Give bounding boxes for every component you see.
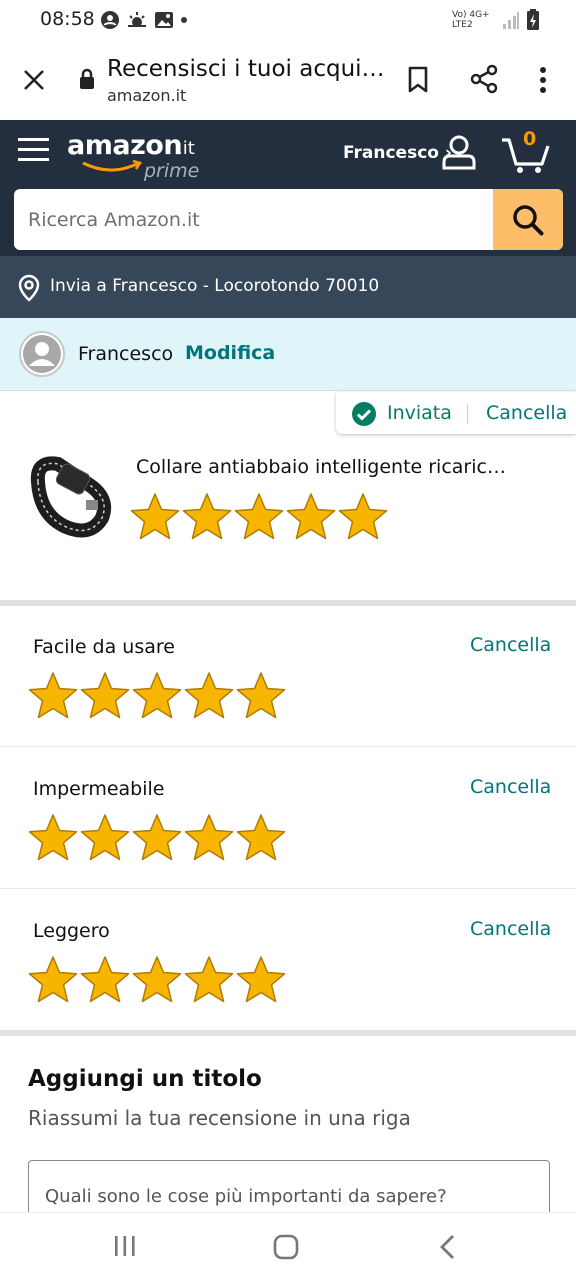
star-icon[interactable] bbox=[235, 955, 287, 1005]
attribute-star-rating[interactable] bbox=[27, 671, 287, 721]
search-bar bbox=[14, 189, 563, 250]
bookmark-icon[interactable] bbox=[407, 66, 429, 94]
user-account-icon[interactable] bbox=[441, 134, 477, 170]
page-url[interactable]: amazon.it bbox=[107, 86, 186, 105]
star-icon[interactable] bbox=[183, 671, 235, 721]
delivery-address: Invia a Francesco - Locorotondo 70010 bbox=[50, 276, 380, 296]
star-icon[interactable] bbox=[27, 813, 79, 863]
attribute-cancel-link[interactable]: Cancella bbox=[470, 634, 551, 656]
star-icon[interactable] bbox=[285, 492, 337, 542]
star-icon[interactable] bbox=[129, 492, 181, 542]
star-icon[interactable] bbox=[27, 955, 79, 1005]
attribute-cancel-link[interactable]: Cancella bbox=[470, 918, 551, 940]
lock-icon[interactable] bbox=[79, 68, 95, 90]
star-icon[interactable] bbox=[183, 955, 235, 1005]
star-icon[interactable] bbox=[235, 813, 287, 863]
account-label[interactable]: Francesco › bbox=[343, 143, 452, 163]
section-divider bbox=[0, 1030, 576, 1036]
profile-bar: Francesco Modifica bbox=[0, 318, 576, 391]
browser-toolbar: Recensisci i tuoi acqui… amazon.it bbox=[0, 42, 576, 120]
back-icon[interactable] bbox=[438, 1234, 458, 1260]
profile-name: Francesco bbox=[78, 343, 174, 365]
product-image bbox=[30, 456, 112, 538]
row-divider bbox=[0, 888, 576, 889]
weather-icon bbox=[128, 12, 146, 27]
amazon-header: amazon .it prime Francesco › 0 bbox=[0, 120, 576, 256]
network-type: Vo) 4G+ LTE2 bbox=[452, 10, 490, 30]
star-icon[interactable] bbox=[27, 671, 79, 721]
status-time: 08:58 bbox=[40, 8, 95, 30]
star-icon[interactable] bbox=[79, 955, 131, 1005]
star-icon[interactable] bbox=[79, 671, 131, 721]
star-icon[interactable] bbox=[235, 671, 287, 721]
battery-icon bbox=[527, 9, 539, 30]
dot-icon bbox=[181, 17, 187, 23]
star-icon[interactable] bbox=[131, 671, 183, 721]
more-menu-icon[interactable] bbox=[538, 66, 548, 94]
amazon-smile-icon bbox=[82, 160, 142, 172]
review-title-heading: Aggiungi un titolo bbox=[28, 1066, 262, 1092]
divider bbox=[467, 404, 468, 424]
search-input[interactable] bbox=[28, 189, 498, 250]
cancel-review-link[interactable]: Cancella bbox=[486, 402, 567, 424]
product-star-rating[interactable] bbox=[129, 492, 389, 542]
home-icon[interactable] bbox=[273, 1234, 299, 1260]
review-title-subheading: Riassumi la tua recensione in una riga bbox=[28, 1106, 411, 1130]
amazon-prime-logo[interactable]: amazon .it prime bbox=[67, 130, 207, 186]
star-icon[interactable] bbox=[337, 492, 389, 542]
submitted-label: Inviata bbox=[387, 402, 452, 424]
edit-profile-link[interactable]: Modifica bbox=[185, 342, 275, 364]
image-icon bbox=[155, 12, 173, 28]
location-pin-icon bbox=[18, 274, 40, 302]
attribute-label: Impermeabile bbox=[33, 778, 165, 800]
attribute-star-rating[interactable] bbox=[27, 813, 287, 863]
share-icon[interactable] bbox=[469, 64, 499, 94]
attribute-label: Leggero bbox=[33, 920, 110, 942]
star-icon[interactable] bbox=[131, 813, 183, 863]
star-icon[interactable] bbox=[79, 813, 131, 863]
close-icon[interactable] bbox=[22, 68, 46, 92]
account-circle-icon bbox=[101, 11, 119, 29]
product-title: Collare antiabbaio intelligente ricaric… bbox=[136, 456, 506, 478]
star-icon[interactable] bbox=[181, 492, 233, 542]
hamburger-menu-icon[interactable] bbox=[18, 136, 49, 164]
status-bar: 08:58 Vo) 4G+ LTE2 bbox=[0, 0, 576, 42]
page-title: Recensisci i tuoi acqui… bbox=[107, 56, 385, 82]
star-icon[interactable] bbox=[233, 492, 285, 542]
section-divider bbox=[0, 600, 576, 606]
cart-count: 0 bbox=[523, 128, 537, 150]
signal-icon bbox=[503, 12, 519, 29]
attribute-star-rating[interactable] bbox=[27, 955, 287, 1005]
star-icon[interactable] bbox=[131, 955, 183, 1005]
submission-status: Inviata Cancella bbox=[336, 392, 576, 434]
attribute-label: Facile da usare bbox=[33, 636, 175, 658]
system-navigation-bar bbox=[0, 1212, 576, 1280]
recent-apps-icon[interactable] bbox=[113, 1235, 137, 1257]
star-icon[interactable] bbox=[183, 813, 235, 863]
delivery-location-bar[interactable]: Invia a Francesco - Locorotondo 70010 bbox=[0, 256, 576, 318]
row-divider bbox=[0, 746, 576, 747]
check-circle-icon bbox=[352, 402, 376, 426]
search-icon bbox=[513, 205, 544, 236]
attribute-cancel-link[interactable]: Cancella bbox=[470, 776, 551, 798]
avatar bbox=[19, 331, 65, 377]
search-button[interactable] bbox=[493, 189, 563, 250]
